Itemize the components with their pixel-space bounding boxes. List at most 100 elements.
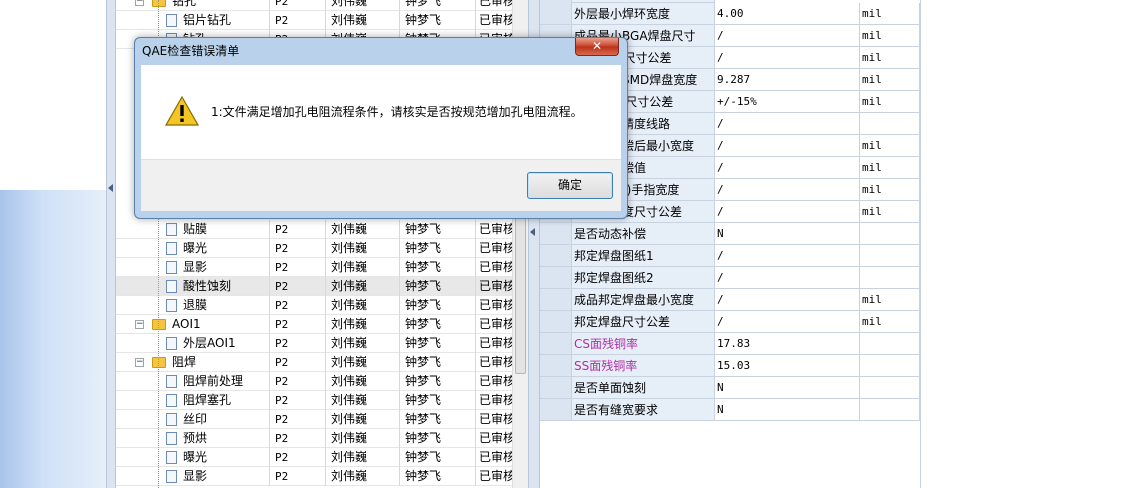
tree-name-cell[interactable]: 阻焊塞孔 [116,391,270,410]
param-value[interactable]: / [715,113,860,135]
param-value[interactable]: / [715,201,860,223]
tree-name-cell[interactable]: 酸性蚀刻 [116,277,270,296]
param-unit [860,245,920,267]
param-row[interactable]: 是否动态补偿 N [572,223,920,245]
tree-name-cell[interactable]: 外层AOI1 [116,334,270,353]
param-unit [860,377,920,399]
tree-name-cell[interactable]: 丝印 [116,410,270,429]
param-value[interactable]: N [715,399,860,421]
version-cell: P2 [270,467,326,486]
param-row[interactable]: 是否单面蚀刻 N [572,377,920,399]
tree-item-row[interactable]: 曝光 P2 刘伟巍 钟梦飞 已审核 [116,239,512,258]
param-value[interactable]: N [715,377,860,399]
tree-item-row[interactable]: 阻焊前处理 P2 刘伟巍 钟梦飞 已审核 [116,372,512,391]
tree-name-cell[interactable]: 退膜 [116,296,270,315]
tree-name-cell[interactable]: − 钻孔 [116,0,270,11]
version-cell: P2 [270,220,326,239]
document-icon [166,451,177,464]
tree-name-cell[interactable]: − AOI1 [116,315,270,334]
tree-group-row[interactable]: − 阻焊 P2 刘伟巍 钟梦飞 已审核 [116,353,512,372]
param-label: 邦定焊盘尺寸公差 [572,311,715,333]
tree-item-row[interactable]: 铝片钻孔 P2 刘伟巍 钟梦飞 已审核 [116,11,512,30]
tree-item-row[interactable]: 曝光 P2 刘伟巍 钟梦飞 已审核 [116,448,512,467]
param-value[interactable]: / [715,25,860,47]
param-value[interactable]: N [715,223,860,245]
reviewer-cell: 钟梦飞 [400,315,476,334]
tree-name-cell[interactable]: 曝光 [116,448,270,467]
row-header-cell[interactable] [540,311,572,333]
collapse-toggle-icon[interactable]: − [135,0,144,6]
param-row[interactable]: CS面残铜率 17.83 [572,333,920,355]
collapse-middle-arrow-icon[interactable] [530,228,535,236]
author-cell: 刘伟巍 [326,410,400,429]
row-header-cell[interactable] [540,289,572,311]
param-row[interactable]: 邦定焊盘图纸1/ [572,245,920,267]
tree-name-cell[interactable]: 显影 [116,258,270,277]
collapse-left-arrow-icon[interactable] [108,184,113,192]
tree-group-row[interactable]: − 钻孔 P2 刘伟巍 钟梦飞 已审核 [116,0,512,11]
reviewer-cell: 钟梦飞 [400,372,476,391]
row-header-cell[interactable] [540,245,572,267]
row-header-cell[interactable] [540,3,572,25]
param-row[interactable]: 外层最小焊环宽度 4.00 mil [572,3,920,25]
collapse-toggle-icon[interactable]: − [135,358,144,367]
param-row[interactable]: 是否有缝宽要求 N [572,399,920,421]
tree-item-row[interactable]: 预烘 P2 刘伟巍 钟梦飞 已审核 [116,429,512,448]
status-cell: 已审核 [479,431,512,445]
tree-name-cell[interactable]: 曝光 [116,239,270,258]
row-header-cell[interactable] [540,355,572,377]
dialog-close-button[interactable]: ✕ [575,38,619,56]
row-header-cell[interactable] [540,223,572,245]
row-header-cell[interactable] [540,333,572,355]
tree-item-row[interactable]: 贴膜 P2 刘伟巍 钟梦飞 已审核 [116,220,512,239]
tree-item-row[interactable]: 退膜 P2 刘伟巍 钟梦飞 已审核 [116,296,512,315]
param-value[interactable]: +/-15% [715,91,860,113]
tree-item-row[interactable]: 酸性蚀刻 P2 刘伟巍 钟梦飞 已审核 [116,277,512,296]
tree-item-row[interactable]: 外层AOI1 P2 刘伟巍 钟梦飞 已审核 [116,334,512,353]
param-unit: mil [860,311,920,333]
row-header-cell[interactable] [540,267,572,289]
param-value[interactable]: 17.83 [715,333,860,355]
left-splitter[interactable] [106,0,116,488]
tree-name-cell[interactable]: − 阻焊 [116,353,270,372]
param-row[interactable]: 邦定焊盘图纸2/ [572,267,920,289]
param-row[interactable]: 成品邦定焊盘最小宽度 / mil [572,289,920,311]
version-cell: P2 [270,353,326,372]
param-value[interactable]: / [715,157,860,179]
tree-item-label: 阻焊 [172,355,197,369]
param-value[interactable]: 9.287 [715,69,860,91]
row-header-cell[interactable] [540,399,572,421]
param-row[interactable]: SS面残铜率 15.03 [572,355,920,377]
status-cell: 已审核 [479,317,512,331]
param-value[interactable]: / [715,289,860,311]
tree-name-cell[interactable]: 铝片钻孔 [116,11,270,30]
tree-name-cell[interactable]: 预烘 [116,429,270,448]
param-value[interactable]: / [715,267,860,289]
tree-name-cell[interactable]: 阻焊前处理 [116,372,270,391]
tree-item-row[interactable]: 显影 P2 刘伟巍 钟梦飞 已审核 [116,467,512,486]
param-value[interactable]: 4.00 [715,3,860,25]
tree-item-row[interactable]: 显影 P2 刘伟巍 钟梦飞 已审核 [116,258,512,277]
param-unit: mil [860,69,920,91]
row-header-cell[interactable] [540,377,572,399]
tree-group-row[interactable]: − AOI1 P2 刘伟巍 钟梦飞 已审核 [116,315,512,334]
tree-name-cell[interactable]: 贴膜 [116,220,270,239]
tree-name-cell[interactable]: 显影 [116,467,270,486]
document-icon [166,394,177,407]
param-value[interactable]: 15.03 [715,355,860,377]
param-value[interactable]: / [715,311,860,333]
ok-button[interactable]: 确定 [527,172,613,199]
tree-item-row[interactable]: 丝印 P2 刘伟巍 钟梦飞 已审核 [116,410,512,429]
param-unit [860,267,920,289]
param-value[interactable]: / [715,47,860,69]
param-row[interactable]: 邦定焊盘尺寸公差 / mil [572,311,920,333]
right-empty-area [920,0,1127,488]
author-cell: 刘伟巍 [326,372,400,391]
param-value[interactable]: / [715,135,860,157]
param-unit: mil [860,47,920,69]
dialog-title: QAE检查错误清单 [142,44,240,58]
param-value[interactable]: / [715,245,860,267]
collapse-toggle-icon[interactable]: − [135,320,144,329]
tree-item-row[interactable]: 阻焊塞孔 P2 刘伟巍 钟梦飞 已审核 [116,391,512,410]
param-value[interactable]: / [715,179,860,201]
